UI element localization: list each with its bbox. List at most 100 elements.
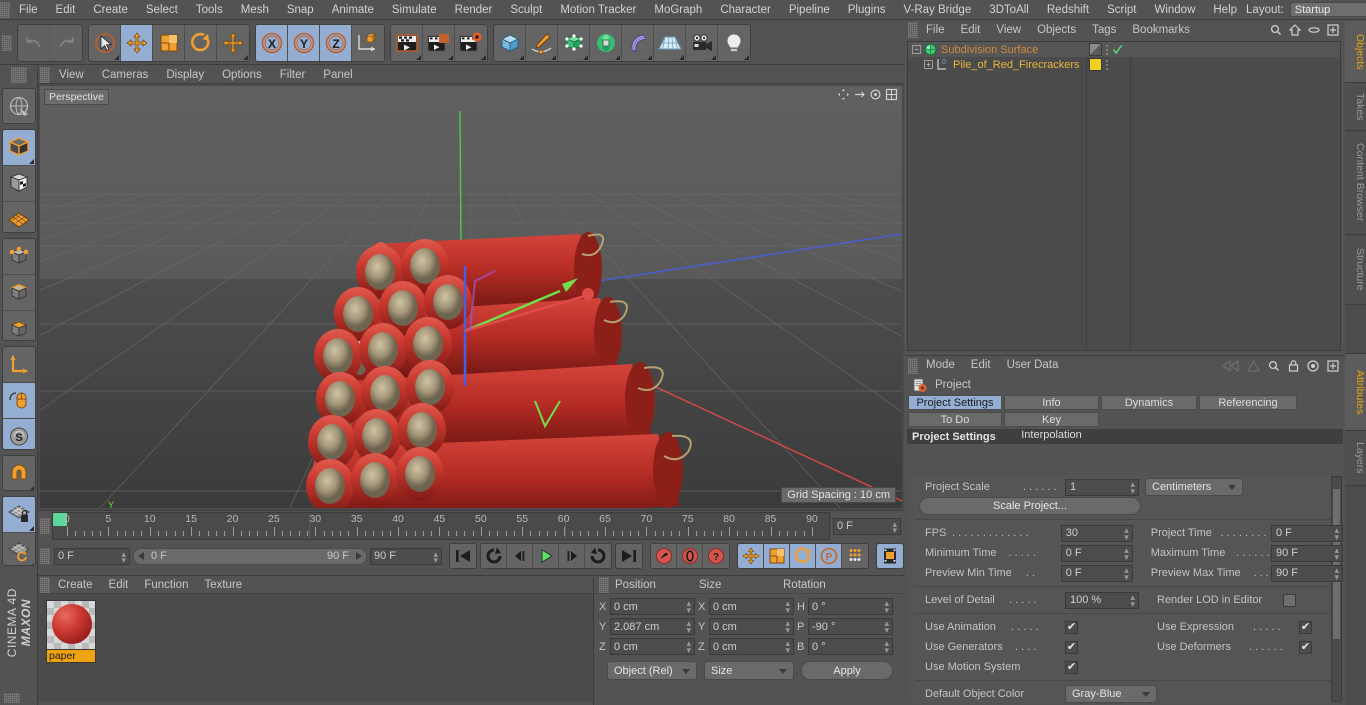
history-back-icon[interactable] <box>1222 359 1239 372</box>
menu-item-file[interactable]: File <box>10 0 47 20</box>
material-gripper[interactable] <box>40 576 50 593</box>
object-menu-file[interactable]: File <box>918 21 953 39</box>
lod-field[interactable]: 100 % ▴ ▾ <box>1065 591 1139 609</box>
rotation-p-field[interactable]: -90 ° ▴ ▾ <box>808 618 893 635</box>
dock-tab-structure[interactable]: Structure <box>1345 235 1366 305</box>
tab-project-settings[interactable]: Project Settings <box>908 395 1002 410</box>
scale-tool-button[interactable] <box>153 24 185 61</box>
stepper-icon[interactable]: ▴ ▾ <box>785 619 790 635</box>
home-icon[interactable] <box>1289 24 1301 36</box>
use-expression-checkbox[interactable]: ✔ <box>1299 620 1312 634</box>
axis-x-button[interactable]: X <box>256 24 288 61</box>
tab-key-interpolation[interactable]: Key Interpolation <box>1004 412 1099 441</box>
expander-expand-icon[interactable]: + <box>924 60 933 69</box>
maximum-time-field[interactable]: 90 F ▴ ▾ <box>1270 544 1344 562</box>
stepper-icon[interactable]: ▴ ▾ <box>686 639 691 655</box>
ellipse-icon[interactable] <box>1308 24 1320 36</box>
layout-select[interactable]: Startup <box>1289 2 1366 17</box>
key-rotation-button[interactable] <box>790 544 816 568</box>
play-forward-button[interactable] <box>533 544 559 568</box>
range-right-arrow-icon[interactable] <box>354 552 362 560</box>
menu-item-pipeline[interactable]: Pipeline <box>780 0 839 20</box>
points-mode-button[interactable] <box>2 238 35 275</box>
viewport-solo-button[interactable] <box>2 383 35 420</box>
viewport-gripper[interactable] <box>40 66 50 83</box>
range-left-arrow-icon[interactable] <box>138 552 146 560</box>
dock-tab-attributes[interactable]: Attributes <box>1345 354 1366 431</box>
stepper-icon[interactable]: ▴ ▾ <box>1130 592 1135 608</box>
add-spline-button[interactable] <box>526 24 558 61</box>
zoom-icon[interactable] <box>853 88 866 101</box>
dock-tab-objects[interactable]: Objects <box>1345 21 1366 83</box>
viewport-menu-view[interactable]: View <box>50 66 93 84</box>
material-item-paper[interactable]: paper <box>46 600 96 663</box>
add-modeling-object-button[interactable] <box>590 24 622 61</box>
size-x-field[interactable]: 0 cm ▴ ▾ <box>709 598 794 615</box>
menu-item-edit[interactable]: Edit <box>47 0 85 20</box>
tab-to-do[interactable]: To Do <box>908 412 1002 427</box>
stepper-icon[interactable]: ▴ ▾ <box>785 599 790 615</box>
search-icon[interactable] <box>1268 360 1280 372</box>
menu-item-plugins[interactable]: Plugins <box>839 0 895 20</box>
viewport-menu-cameras[interactable]: Cameras <box>93 66 158 84</box>
render-picture-viewer-button[interactable] <box>423 24 455 61</box>
object-row-pile-of-red-firecrackers[interactable]: + 0 Pile_of_Red_Firecrackers <box>908 57 1340 72</box>
menu-item-character[interactable]: Character <box>711 0 780 20</box>
stepper-icon[interactable]: ▴ ▾ <box>884 619 889 635</box>
make-editable-button[interactable] <box>2 89 35 123</box>
use-generators-checkbox[interactable]: ✔ <box>1065 640 1078 654</box>
stepper-icon[interactable]: ▴ ▾ <box>1334 565 1339 581</box>
project-scale-field[interactable]: 1 ▴ ▾ <box>1065 478 1139 496</box>
menu-item-help[interactable]: Help <box>1204 0 1246 20</box>
next-frame-button[interactable] <box>559 544 585 568</box>
position-y-field[interactable]: 2.087 cm ▴ ▾ <box>610 618 695 635</box>
tab-dynamics[interactable]: Dynamics <box>1101 395 1197 410</box>
menu-item-tools[interactable]: Tools <box>187 0 232 20</box>
key-position-button[interactable] <box>738 544 764 568</box>
add-light-button[interactable] <box>718 24 750 61</box>
coordinate-mode-dropdown[interactable]: Object (Rel) <box>607 661 697 680</box>
menu-item-script[interactable]: Script <box>1098 0 1145 20</box>
workplane-planar-button[interactable] <box>2 532 35 565</box>
project-time-field[interactable]: 0 F ▴ ▾ <box>1270 524 1344 542</box>
rotate-view-icon[interactable] <box>869 88 882 101</box>
dot-menu-icon[interactable] <box>1106 59 1108 70</box>
timeline-current-frame-field[interactable]: 0 F ▴ ▾ <box>833 517 901 535</box>
render-lod-checkbox[interactable]: ✔ <box>1283 593 1296 607</box>
menu-item-motion-tracker[interactable]: Motion Tracker <box>551 0 645 20</box>
add-cube-button[interactable] <box>494 24 526 61</box>
record-key-button[interactable] <box>651 544 677 568</box>
axis-y-button[interactable]: Y <box>288 24 320 61</box>
rotation-b-field[interactable]: 0 ° ▴ ▾ <box>808 638 893 655</box>
stepper-icon[interactable]: ▴ ▾ <box>785 639 790 655</box>
pan-icon[interactable] <box>837 88 850 101</box>
project-scale-unit-dropdown[interactable]: Centimeters <box>1145 478 1243 496</box>
timeline-range-slider[interactable]: 0 F 90 F <box>133 547 367 565</box>
polygons-mode-button[interactable] <box>2 310 35 341</box>
toolbar-gripper[interactable] <box>2 34 12 51</box>
minimum-time-field[interactable]: 0 F ▴ ▾ <box>1060 544 1133 562</box>
position-z-field[interactable]: 0 cm ▴ ▾ <box>610 638 695 655</box>
stepper-icon[interactable]: ▴ ▾ <box>121 549 126 564</box>
render-settings-button[interactable] <box>455 24 487 61</box>
left-toolbar-gripper[interactable] <box>10 67 27 83</box>
menu-item-sculpt[interactable]: Sculpt <box>501 0 551 20</box>
search-icon[interactable] <box>1270 24 1282 36</box>
check-icon[interactable] <box>1112 44 1123 55</box>
axis-modify-button[interactable] <box>2 347 35 384</box>
object-menu-view[interactable]: View <box>988 21 1029 39</box>
key-pla-button[interactable]: P <box>816 544 842 568</box>
add-icon[interactable] <box>1327 359 1339 372</box>
dock-tab-layers[interactable]: Layers <box>1345 431 1366 486</box>
stepper-icon[interactable]: ▴ ▾ <box>1334 545 1339 561</box>
lock-icon[interactable] <box>1288 359 1299 372</box>
add-scene-object-button[interactable] <box>654 24 686 61</box>
material-name-label[interactable]: paper <box>46 650 96 663</box>
size-y-field[interactable]: 0 cm ▴ ▾ <box>709 618 794 635</box>
key-selection-button[interactable]: ? <box>703 544 729 568</box>
menu-item-mesh[interactable]: Mesh <box>232 0 278 20</box>
workplane-lock-button[interactable] <box>2 496 35 533</box>
fps-field[interactable]: 30 ▴ ▾ <box>1060 524 1133 542</box>
timeline-ruler[interactable]: 0 5 10 15 20 25 30 35 40 45 50 55 60 65 70 75 80 85 90 <box>52 512 830 540</box>
rotate-tool-button[interactable] <box>185 24 217 61</box>
